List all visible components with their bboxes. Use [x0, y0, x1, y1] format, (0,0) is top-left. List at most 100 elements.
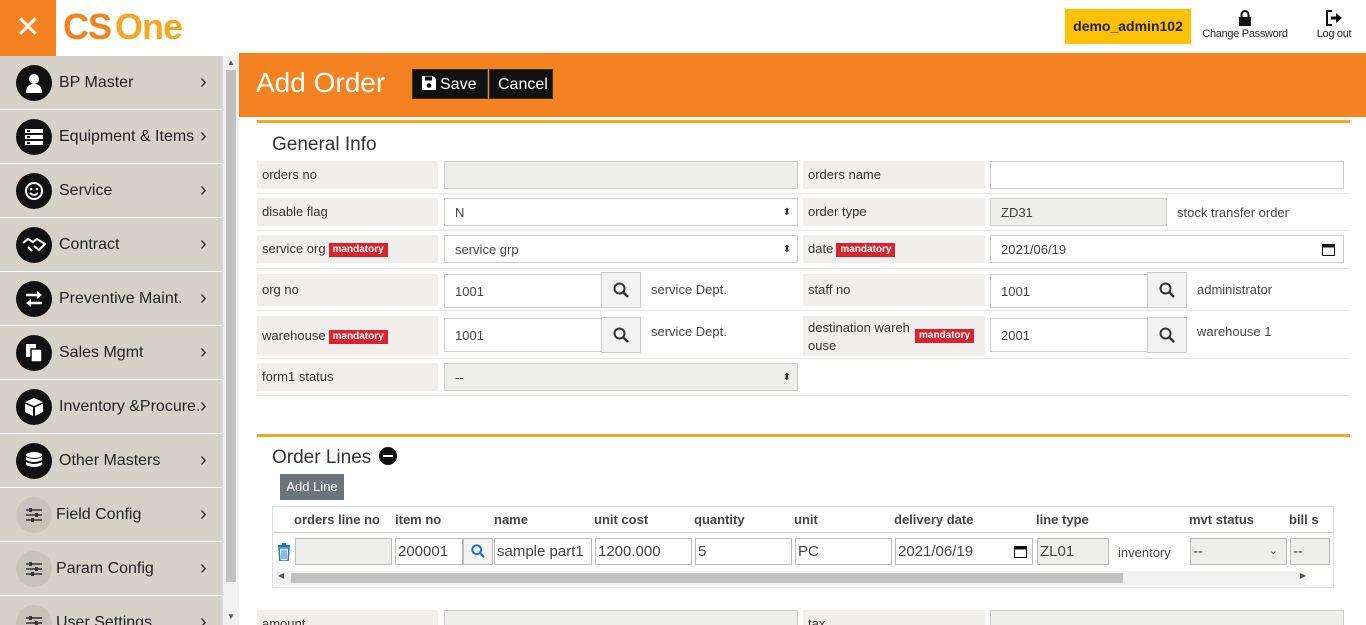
- sidebar-item-preventive-maint[interactable]: Preventive Maint. ›: [0, 272, 222, 326]
- bill-status-select[interactable]: --: [1290, 538, 1330, 565]
- scroll-right-icon[interactable]: ▶: [1300, 571, 1306, 580]
- item-no-input[interactable]: 200001: [395, 538, 463, 565]
- name-input[interactable]: sample part1: [494, 538, 592, 565]
- sidebar-item-other-masters[interactable]: Other Masters ›: [0, 434, 222, 488]
- line-no-input[interactable]: [295, 538, 392, 565]
- date-input[interactable]: 2021/06/19: [990, 235, 1344, 263]
- sidebar-item-inventory[interactable]: Inventory &Procure. ›: [0, 380, 222, 434]
- user-badge[interactable]: demo_admin102: [1065, 9, 1191, 44]
- form1-status-select[interactable]: -- ⬍: [444, 363, 798, 391]
- line-type-input[interactable]: ZL01: [1037, 538, 1109, 565]
- section-divider: [257, 120, 1350, 123]
- item-search-button[interactable]: [463, 538, 493, 565]
- calendar-icon[interactable]: [1322, 243, 1335, 256]
- org-no-desc: service Dept.: [651, 282, 727, 297]
- sidebar: BP Master › Equipment & Items › Service …: [0, 56, 222, 625]
- scroll-up-icon[interactable]: ▲: [227, 58, 235, 67]
- unit-input[interactable]: PC: [795, 538, 892, 565]
- destination-warehouse-input[interactable]: 2001: [990, 318, 1148, 352]
- search-icon: [613, 327, 629, 343]
- mandatory-badge: mandatory: [328, 242, 388, 257]
- exchange-icon: [16, 280, 52, 317]
- mvt-status-select[interactable]: -- ⌄: [1190, 538, 1287, 565]
- sidebar-item-user-settings[interactable]: User Settings ›: [0, 596, 222, 625]
- sliders-icon: [16, 604, 52, 625]
- line-type-desc: inventory: [1118, 545, 1171, 560]
- sign-out-icon: [1326, 10, 1342, 26]
- search-icon: [613, 282, 629, 298]
- page-title: Add Order: [256, 67, 386, 98]
- chevron-right-icon: ›: [200, 125, 207, 147]
- chevron-right-icon: ›: [200, 287, 207, 309]
- select-arrows-icon: ⬍: [782, 244, 791, 255]
- calendar-icon[interactable]: [1014, 545, 1027, 558]
- mandatory-badge: mandatory: [328, 329, 388, 344]
- add-line-button[interactable]: Add Line: [280, 474, 344, 500]
- sidebar-item-sales-mgmt[interactable]: Sales Mgmt ›: [0, 326, 222, 380]
- sliders-icon: [16, 496, 52, 533]
- order-type-input[interactable]: ZD31: [990, 198, 1167, 226]
- sidebar-item-equipment[interactable]: Equipment & Items ›: [0, 110, 222, 164]
- scroll-down-icon[interactable]: ▼: [227, 612, 235, 621]
- sidebar-item-contract[interactable]: Contract ›: [0, 218, 222, 272]
- org-no-input[interactable]: 1001: [444, 274, 602, 308]
- order-type-label: order type: [803, 198, 985, 226]
- warehouse-label: warehouse mandatory: [257, 316, 438, 356]
- select-arrows-icon: ⬍: [782, 207, 791, 218]
- change-password-button[interactable]: Change Password: [1200, 10, 1290, 40]
- grid-horizontal-scrollbar[interactable]: ◀ ▶: [276, 571, 1306, 585]
- unit-cost-input[interactable]: 1200.000: [595, 538, 692, 565]
- mandatory-badge: mandatory: [836, 242, 896, 257]
- chevron-right-icon: ›: [200, 395, 207, 417]
- top-bar: ✕ CS One demo_admin102 Change Password Lo…: [0, 0, 1366, 56]
- staff-no-input[interactable]: 1001: [990, 274, 1148, 308]
- staff-no-search-button[interactable]: [1147, 272, 1187, 308]
- orders-name-label: orders name: [803, 161, 985, 189]
- sidebar-item-field-config[interactable]: Field Config ›: [0, 488, 222, 542]
- sidebar-item-bp-master[interactable]: BP Master ›: [0, 56, 222, 110]
- quantity-input[interactable]: 5: [695, 538, 792, 565]
- order-type-desc: stock transfer order: [1177, 205, 1289, 220]
- sidebar-item-param-config[interactable]: Param Config ›: [0, 542, 222, 596]
- page-title-bar: Add Order Save Cancel: [239, 53, 1366, 117]
- logo: CS One: [63, 6, 183, 47]
- scroll-left-icon[interactable]: ◀: [278, 571, 284, 580]
- close-menu-button[interactable]: ✕: [0, 0, 56, 56]
- disable-flag-label: disable flag: [257, 198, 438, 226]
- trash-icon[interactable]: [277, 543, 291, 561]
- org-no-search-button[interactable]: [601, 272, 641, 308]
- disable-flag-select[interactable]: N ⬍: [444, 198, 798, 226]
- sidebar-scroll-thumb[interactable]: [226, 70, 236, 582]
- chevron-right-icon: ›: [200, 611, 207, 625]
- chevron-right-icon: ›: [200, 71, 207, 93]
- floppy-icon: [422, 76, 436, 90]
- order-lines-title: Order Lines: [272, 447, 372, 468]
- warehouse-input[interactable]: 1001: [444, 318, 602, 352]
- chevron-right-icon: ›: [200, 557, 207, 579]
- delivery-date-input[interactable]: 2021/06/19: [895, 538, 1033, 565]
- warehouse-search-button[interactable]: [601, 317, 641, 353]
- destination-warehouse-desc: warehouse 1: [1197, 324, 1272, 339]
- warehouse-desc: service Dept.: [651, 324, 727, 339]
- tax-input[interactable]: [990, 610, 1344, 625]
- save-button[interactable]: Save: [412, 69, 488, 99]
- logout-button[interactable]: Log out: [1308, 10, 1360, 40]
- amount-input[interactable]: [444, 610, 798, 625]
- service-org-select[interactable]: service grp ⬍: [444, 235, 798, 263]
- sidebar-item-service[interactable]: Service ›: [0, 164, 222, 218]
- collapse-minus-icon[interactable]: [379, 447, 397, 465]
- select-arrows-icon: ⬍: [782, 372, 791, 383]
- search-icon: [1159, 327, 1175, 343]
- grid-scroll-thumb[interactable]: [291, 573, 1123, 583]
- orders-no-input[interactable]: [444, 161, 798, 189]
- section-divider: [257, 434, 1350, 437]
- chevron-right-icon: ›: [200, 179, 207, 201]
- service-org-label: service org mandatory: [257, 235, 438, 263]
- org-no-label: org no: [257, 274, 438, 306]
- orders-name-input[interactable]: [990, 161, 1344, 189]
- destination-warehouse-search-button[interactable]: [1147, 317, 1187, 353]
- close-icon: ✕: [15, 10, 41, 45]
- destination-warehouse-label: destination wareh ouse mandatory: [803, 316, 985, 356]
- cancel-button[interactable]: Cancel: [489, 69, 553, 99]
- sidebar-scrollbar[interactable]: ▲ ▼: [222, 56, 239, 625]
